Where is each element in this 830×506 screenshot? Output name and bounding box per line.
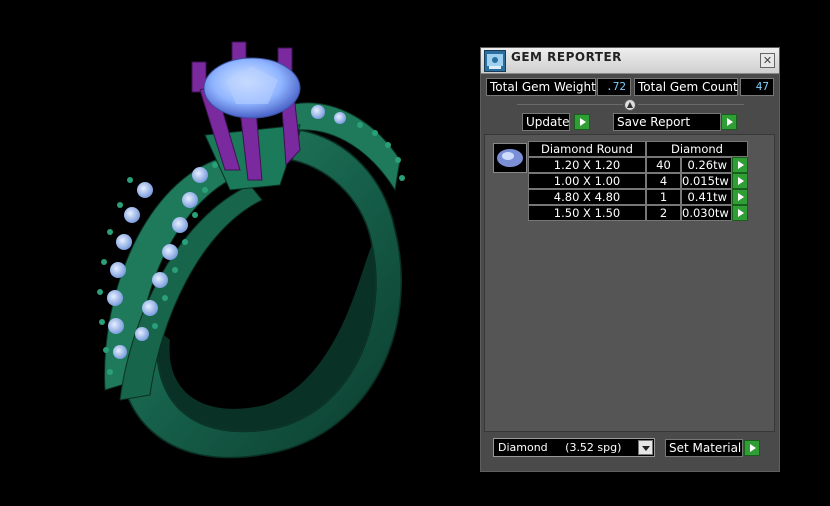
row-weight: 0.030tw: [681, 205, 732, 221]
material-dropdown-value: Diamond (3.52 spg): [498, 441, 622, 454]
divider-right: [638, 104, 744, 105]
gem-thumbnail-icon[interactable]: [493, 143, 527, 173]
row-count: 2: [646, 205, 681, 221]
panel-title: GEM REPORTER: [511, 50, 622, 64]
row-count: 1: [646, 189, 681, 205]
set-material-button[interactable]: Set Material: [665, 439, 743, 457]
3d-viewport[interactable]: [0, 0, 478, 506]
material-dropdown[interactable]: Diamond (3.52 spg): [493, 438, 655, 457]
update-button[interactable]: Update: [522, 113, 570, 131]
row-weight: 0.41tw: [681, 189, 732, 205]
row-go-icon[interactable]: [732, 205, 748, 221]
update-go-icon[interactable]: [574, 114, 590, 130]
row-size: 1.00 X 1.00: [528, 173, 646, 189]
set-material-go-icon[interactable]: [744, 440, 760, 456]
column-header-material: Diamond: [646, 141, 748, 157]
row-count: 40: [646, 157, 681, 173]
row-size: 1.50 X 1.50: [528, 205, 646, 221]
save-report-label: Save Report: [617, 115, 691, 129]
total-gem-count-value: 47: [740, 78, 774, 96]
row-size: 1.20 X 1.20: [528, 157, 646, 173]
total-gem-weight-label: Total Gem Weight: [486, 78, 596, 96]
row-go-icon[interactable]: [732, 173, 748, 189]
row-weight: 0.015tw: [681, 173, 732, 189]
close-icon[interactable]: ✕: [760, 53, 775, 68]
row-go-icon[interactable]: [732, 157, 748, 173]
set-material-label: Set Material: [669, 441, 742, 455]
column-header-shape: Diamond Round: [528, 141, 646, 157]
update-label: Update: [526, 115, 570, 129]
total-gem-weight-value: .72: [597, 78, 631, 96]
row-count: 4: [646, 173, 681, 189]
total-gem-count-label: Total Gem Count: [634, 78, 738, 96]
row-size: 4.80 X 4.80: [528, 189, 646, 205]
app-icon: [484, 50, 506, 72]
gem-reporter-panel: GEM REPORTER ✕ Total Gem Weight .72 Tota…: [480, 47, 780, 472]
gem-list[interactable]: Diamond Round Diamond 1.20 X 1.20 40 0.2…: [484, 134, 775, 432]
dropdown-arrow-icon[interactable]: [638, 440, 653, 455]
divider-left: [517, 104, 623, 105]
collapse-toggle-icon[interactable]: ▲: [624, 99, 636, 111]
row-go-icon[interactable]: [732, 189, 748, 205]
ring-render: [97, 41, 405, 459]
panel-titlebar[interactable]: GEM REPORTER ✕: [481, 48, 779, 74]
row-weight: 0.26tw: [681, 157, 732, 173]
save-report-go-icon[interactable]: [721, 114, 737, 130]
save-report-button[interactable]: Save Report: [613, 113, 721, 131]
